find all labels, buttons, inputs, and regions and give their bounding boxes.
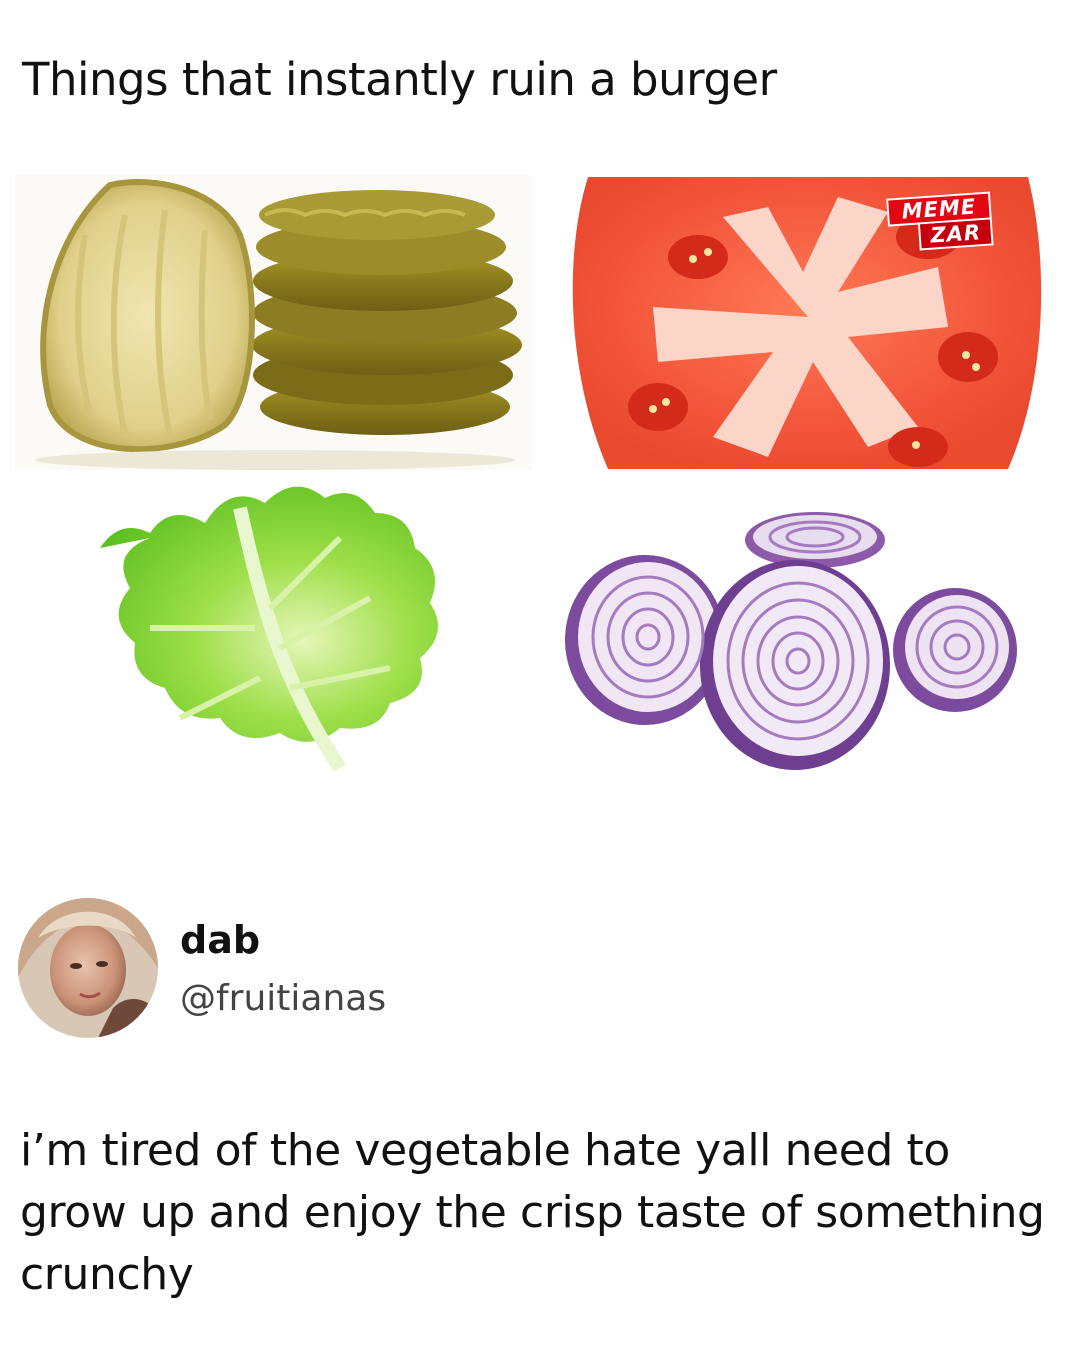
memezar-watermark: MEME ZAR	[886, 191, 994, 256]
lettuce-image	[40, 478, 500, 798]
avatar[interactable]	[18, 898, 158, 1038]
meme-title: Things that instantly ruin a burger	[22, 53, 777, 106]
pickles-image	[15, 175, 532, 470]
tweet-display-name[interactable]: dab	[180, 918, 260, 962]
tweet: dab @fruitianas i’m tired of the vegetab…	[0, 890, 1080, 1364]
tweet-text: i’m tired of the vegetable hate yall nee…	[20, 1125, 1045, 1300]
tweet-handle[interactable]: @fruitianas	[180, 978, 386, 1019]
watermark-line-2: ZAR	[917, 219, 994, 251]
onion-image	[560, 505, 1040, 790]
